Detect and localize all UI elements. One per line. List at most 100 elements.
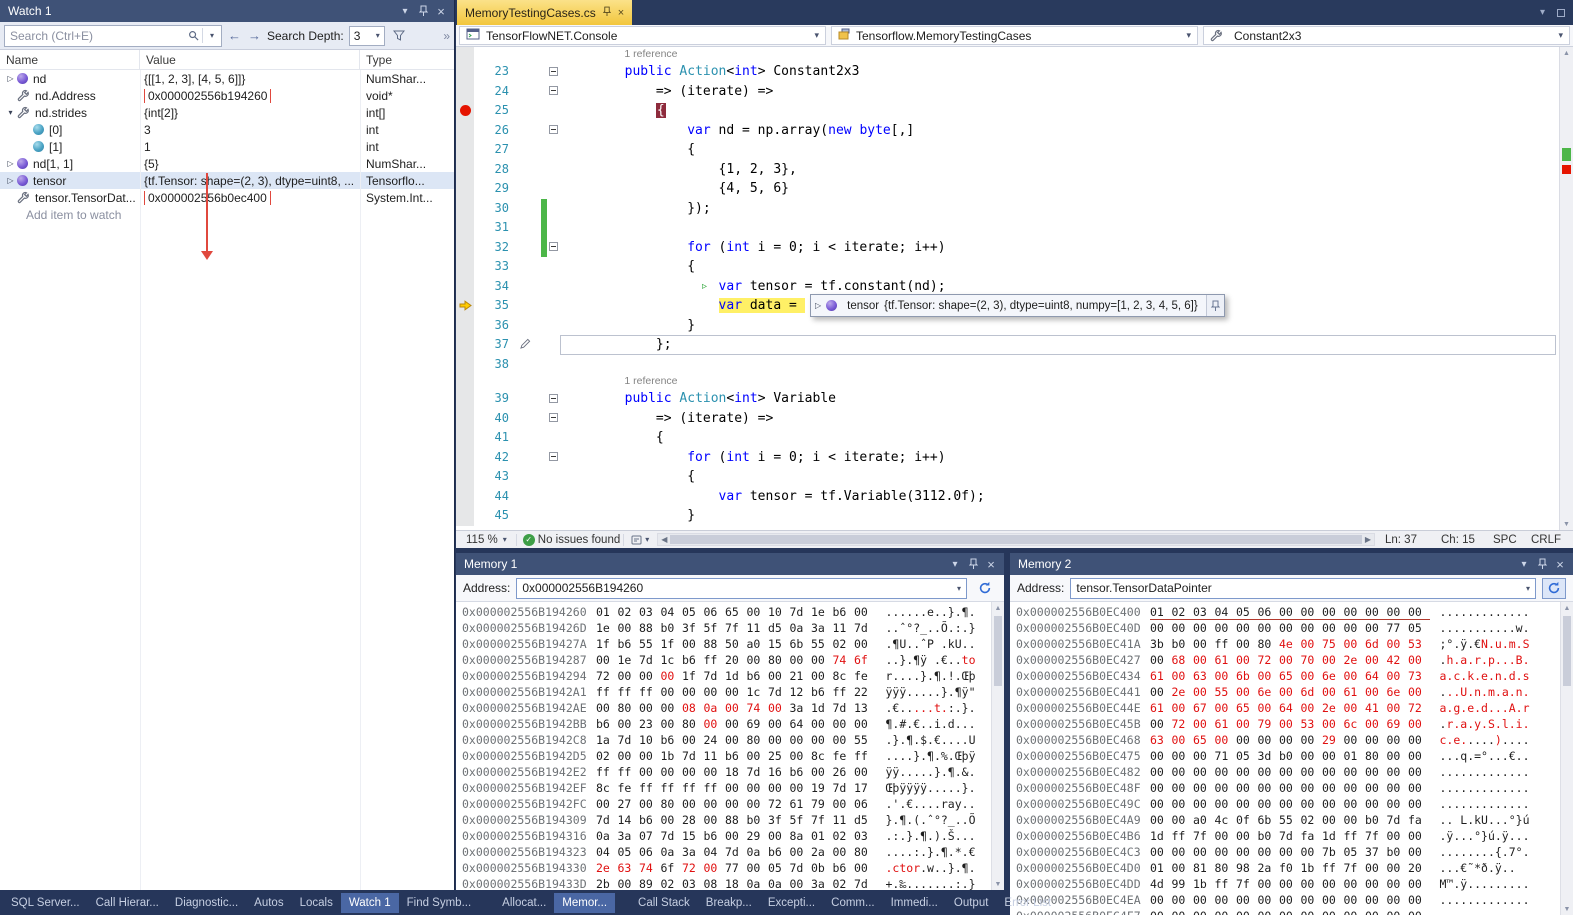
close-icon[interactable] — [432, 3, 450, 19]
issues-filter-icon[interactable] — [627, 535, 645, 545]
breakpoint-gutter[interactable] — [456, 121, 474, 141]
scroll-right-icon[interactable]: ▶ — [1362, 534, 1374, 545]
memory-row[interactable]: 0x000002556B1942BBb600230080000069006400… — [462, 716, 991, 732]
code-text[interactable]: }; — [562, 335, 1559, 355]
column-header-type[interactable]: Type — [360, 50, 454, 69]
member-dropdown[interactable]: Constant2x3 ▾ — [1203, 26, 1570, 45]
collapse-region-icon[interactable] — [549, 452, 558, 461]
scroll-down-icon[interactable]: ▼ — [1560, 518, 1573, 530]
watch-row[interactable]: nd.Address0x000002556b194260void* — [0, 87, 454, 104]
scrollbar-thumb[interactable] — [1563, 616, 1571, 686]
breakpoint-gutter[interactable] — [456, 335, 474, 355]
memory2-titlebar[interactable]: Memory 2 — [1010, 553, 1573, 575]
hex-bytes[interactable]: 61006700650064002e00410072 — [1150, 700, 1430, 716]
bottom-tab[interactable]: Output — [946, 893, 997, 913]
watch-name-cell[interactable]: [1] — [0, 140, 140, 154]
breakpoint-gutter[interactable] — [456, 277, 474, 297]
bottom-tab[interactable]: Find Symb... — [399, 893, 480, 913]
breakpoint-gutter[interactable] — [456, 199, 474, 219]
codelens-row[interactable]: 1 reference — [456, 47, 1559, 62]
memory2-hex[interactable]: 0x000002556B0EC4000102030405060000000000… — [1010, 602, 1560, 915]
collapse-icon[interactable]: ▾ — [4, 108, 17, 117]
breakpoint-gutter[interactable] — [456, 296, 474, 316]
memory-row[interactable]: 0x000002556B0EC4DD4d991bff7f000000000000… — [1016, 876, 1560, 892]
memory-row[interactable]: 0x000002556B19433D2b0089020308180a0a003a… — [462, 876, 991, 890]
watch-value-cell[interactable]: 3 — [140, 123, 360, 137]
code-line[interactable]: 38 — [456, 355, 1559, 375]
hex-bytes[interactable]: 00000000000000007b0537b000 — [1150, 844, 1430, 860]
refresh-icon[interactable] — [973, 578, 997, 599]
breakpoint-gutter[interactable] — [456, 428, 474, 448]
watch-row[interactable]: tensor.TensorDat...0x000002556b0ec400Sys… — [0, 189, 454, 206]
spaces-indicator[interactable]: SPC — [1491, 534, 1529, 546]
hex-bytes[interactable]: 0102030405066500107d1eb600 — [596, 604, 876, 620]
pin-icon[interactable] — [603, 6, 611, 20]
chevron-down-icon[interactable]: ▾ — [645, 535, 649, 544]
scroll-down-icon[interactable]: ▼ — [992, 878, 1004, 890]
hex-bytes[interactable]: 1e0088b03f5f7f11d50a3a117d — [596, 620, 876, 636]
hex-bytes[interactable]: 1dff7f0000b07dfa1dff7f0000 — [1150, 828, 1430, 844]
memory1-titlebar[interactable]: Memory 1 — [456, 553, 1004, 575]
memory-row[interactable]: 0x000002556B0EC4270068006100720070002e00… — [1016, 652, 1560, 668]
bottom-tab[interactable]: Call Hierar... — [88, 893, 167, 913]
watch-row[interactable]: ▷tensor{tf.Tensor: shape=(2, 3), dtype=u… — [0, 172, 454, 189]
breakpoint-gutter[interactable] — [456, 179, 474, 199]
memory-row[interactable]: 0x000002556B1942C81a7d10b600240080000000… — [462, 732, 991, 748]
breakpoint-gutter[interactable] — [456, 82, 474, 102]
hex-bytes[interactable]: 0405060a3a047d0ab6002a0080 — [596, 844, 876, 860]
window-position-icon[interactable] — [396, 3, 414, 19]
hex-bytes[interactable]: 8cfeffffffff00000000197d17 — [596, 780, 876, 796]
memory-row[interactable]: 0x000002556B0EC40D0000000000000000000000… — [1016, 620, 1560, 636]
memory-row[interactable]: 0x000002556B1942FC0027008000000000726179… — [462, 796, 991, 812]
memory-row[interactable]: 0x000002556B1942600102030405066500107d1e… — [462, 604, 991, 620]
memory-row[interactable]: 0x000002556B1943160a3a077d15b60029008a01… — [462, 828, 991, 844]
search-icon[interactable] — [184, 30, 202, 41]
code-line[interactable]: 31 — [456, 218, 1559, 238]
memory-row[interactable]: 0x000002556B194294720000001f7d1db6002100… — [462, 668, 991, 684]
code-text[interactable]: { — [562, 257, 1559, 277]
memory-row[interactable]: 0x000002556B0EC47500000071053db000000180… — [1016, 748, 1560, 764]
search-box[interactable]: ▾ — [4, 25, 222, 47]
bottom-tab[interactable]: Diagnostic... — [167, 893, 246, 913]
memory-row[interactable]: 0x000002556B0EC441002e0055006e006d006100… — [1016, 684, 1560, 700]
memory-row[interactable]: 0x000002556B0EC4000102030405060000000000… — [1016, 604, 1560, 620]
code-line[interactable]: 23 public Action<int> Constant2x3 — [456, 62, 1559, 82]
type-dropdown[interactable]: Tensorflow.MemoryTestingCases ▾ — [831, 26, 1198, 45]
hex-bytes[interactable]: 0000a04c0f6b55020000b07dfa — [1150, 812, 1430, 828]
close-icon[interactable] — [1551, 556, 1569, 572]
code-area[interactable]: 1 reference23 public Action<int> Constan… — [456, 47, 1559, 530]
watch-value-cell[interactable]: {5} — [140, 157, 360, 171]
memory-row[interactable]: 0x000002556B0EC434610063006b0065006e0064… — [1016, 668, 1560, 684]
watch-name-cell[interactable]: ▷nd[1, 1] — [0, 157, 140, 171]
code-text[interactable]: }); — [562, 199, 1559, 219]
collapse-region-icon[interactable] — [549, 242, 558, 251]
hex-bytes[interactable]: 0a3a077d15b60029008a010203 — [596, 828, 876, 844]
code-line[interactable]: 29 {4, 5, 6} — [456, 179, 1559, 199]
scroll-up-icon[interactable]: ▲ — [1560, 47, 1573, 59]
search-depth-select[interactable]: 3 ▾ — [349, 26, 385, 46]
zoom-select[interactable]: 115 % ▾ — [460, 534, 513, 546]
memory-row[interactable]: 0x000002556B1943230405060a3a047d0ab6002a… — [462, 844, 991, 860]
code-line[interactable]: 27 { — [456, 140, 1559, 160]
expand-icon[interactable]: ▷ — [815, 301, 821, 310]
watch-name-cell[interactable]: ▷nd — [0, 72, 140, 86]
code-line[interactable]: 24 => (iterate) => — [456, 82, 1559, 102]
hex-bytes[interactable]: 4d991bff7f0000000000000000 — [1150, 876, 1430, 892]
scroll-down-icon[interactable]: ▼ — [1561, 903, 1573, 915]
hex-bytes[interactable]: 2e63746f72007700057d0bb600 — [596, 860, 876, 876]
hex-bytes[interactable]: 7d14b600280088b03f5f7f11d5 — [596, 812, 876, 828]
code-line[interactable]: 37 }; — [456, 335, 1559, 355]
breakpoint-icon[interactable] — [460, 105, 471, 116]
refresh-icon[interactable] — [1542, 578, 1566, 599]
watch-row[interactable]: ▷nd{[[1, 2, 3], [4, 5, 6]]}NumShar... — [0, 70, 454, 87]
breakpoint-gutter[interactable] — [456, 506, 474, 526]
memory1-address-input[interactable]: 0x000002556B194260 ▾ — [516, 578, 967, 599]
column-divider[interactable] — [360, 70, 361, 890]
breakpoint-gutter[interactable] — [456, 389, 474, 409]
editor-vertical-scrollbar[interactable]: ▲ ▼ — [1559, 47, 1573, 530]
code-text[interactable]: { — [562, 140, 1559, 160]
code-line[interactable]: 45 } — [456, 506, 1559, 526]
watch-value-cell[interactable]: {tf.Tensor: shape=(2, 3), dtype=uint8, .… — [140, 174, 360, 188]
hex-bytes[interactable]: 001e7d1cb6ff2000800000746f — [596, 652, 876, 668]
pin-icon[interactable] — [964, 556, 982, 572]
